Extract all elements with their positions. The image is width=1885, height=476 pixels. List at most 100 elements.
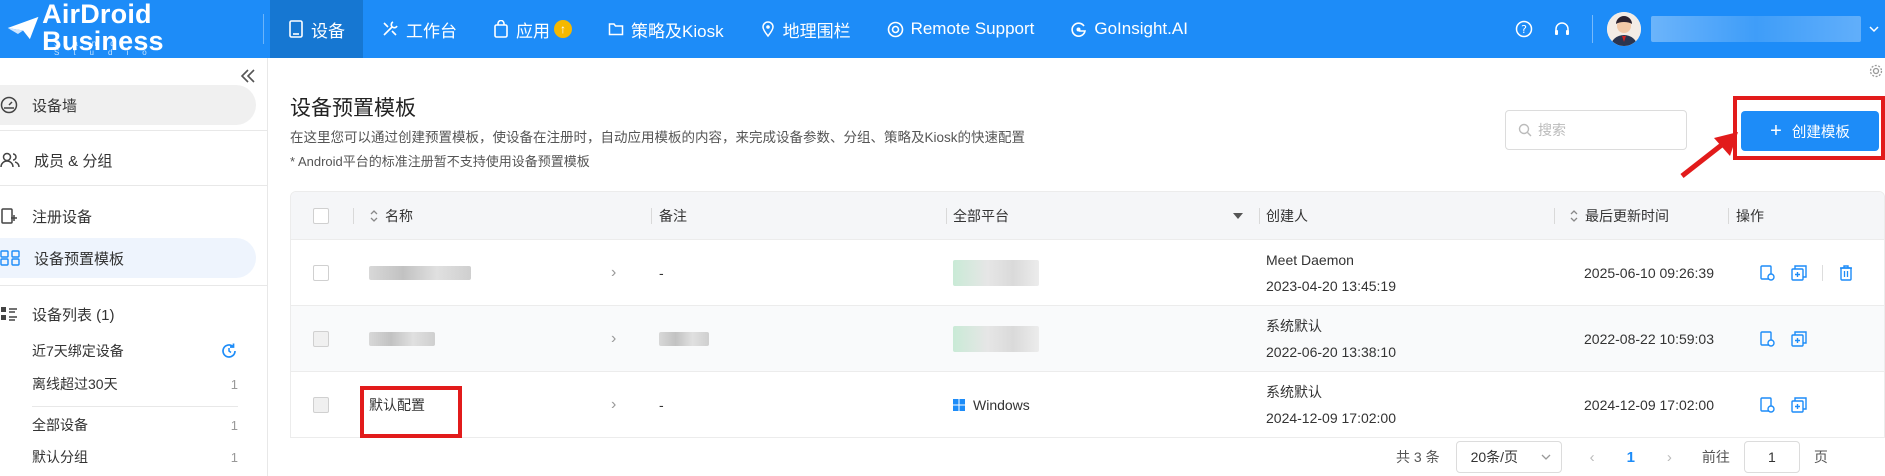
copy-icon[interactable]	[1790, 396, 1808, 414]
nav-label: 应用	[516, 21, 550, 41]
actions-cell	[1758, 240, 1869, 306]
folder-icon	[608, 23, 624, 36]
column-label: 全部平台	[953, 207, 1009, 224]
chevron-right-icon[interactable]: ›	[611, 306, 616, 372]
tablet-icon	[289, 20, 303, 38]
apply-template-icon[interactable]	[1758, 396, 1776, 414]
user-name-redacted[interactable]	[1651, 16, 1861, 42]
dashboard-icon	[0, 96, 18, 114]
page-size-select[interactable]: 20条/页	[1455, 441, 1562, 473]
filter-label: 离线超过30天	[32, 376, 118, 392]
filter-all-devices[interactable]: 全部设备 1	[32, 412, 238, 438]
refresh-icon[interactable]	[220, 342, 238, 360]
column-header-platform[interactable]: 全部平台	[953, 192, 1243, 239]
search-input[interactable]	[1538, 122, 1678, 138]
column-label: 最后更新时间	[1585, 207, 1669, 224]
nav-item-devices[interactable]: 设备	[270, 0, 363, 58]
pagination: 共 3 条 20条/页 ‹ 1 › 前往 页	[1396, 441, 1828, 473]
top-separator	[1592, 15, 1593, 43]
top-bar: AirDroid Business Sand Studio 设备 工作台 应用 …	[0, 0, 1885, 58]
avatar[interactable]	[1607, 12, 1641, 46]
row-checkbox[interactable]	[313, 265, 329, 281]
created-time: 2023-04-20 13:45:19	[1266, 278, 1396, 294]
remark-cell	[659, 306, 709, 372]
top-divider	[263, 14, 264, 44]
filter-default-group[interactable]: 默认分组 1	[32, 444, 238, 470]
action-separator	[1822, 265, 1823, 281]
current-page[interactable]: 1	[1627, 449, 1635, 466]
select-all-checkbox[interactable]	[313, 207, 329, 224]
actions-cell	[1758, 306, 1822, 372]
sidebar-item-members-groups[interactable]: 成员 & 分组	[0, 140, 256, 180]
actions-cell	[1758, 372, 1822, 437]
nav-label: 策略及Kiosk	[631, 21, 724, 41]
row-checkbox-disabled	[313, 331, 329, 347]
filter-bound-7-days[interactable]: 近7天绑定设备	[32, 338, 238, 364]
highlight-box-create	[1733, 96, 1885, 160]
redacted-platform	[953, 326, 1039, 352]
apply-template-icon[interactable]	[1758, 264, 1776, 282]
filter-count: 1	[230, 449, 238, 465]
column-header-updated[interactable]: 最后更新时间	[1569, 192, 1669, 239]
tools-icon	[383, 21, 398, 36]
chevron-down-icon[interactable]	[1869, 25, 1879, 33]
redacted-platform	[953, 260, 1039, 286]
sidebar-item-device-template[interactable]: 设备预置模板	[0, 238, 256, 278]
copy-icon[interactable]	[1790, 264, 1808, 282]
next-page-icon[interactable]: ›	[1667, 449, 1672, 466]
apply-template-icon[interactable]	[1758, 330, 1776, 348]
total-count: 共 3 条	[1396, 449, 1440, 465]
table-row[interactable]: › - Meet Daemon 2023-04-20 13:45:19 2025…	[291, 239, 1884, 305]
search-box[interactable]	[1505, 110, 1687, 150]
brand-logo[interactable]: AirDroid Business Sand Studio	[6, 1, 246, 57]
column-label: 操作	[1736, 207, 1764, 224]
creator-name: 系统默认	[1266, 318, 1322, 334]
sidebar-divider	[0, 130, 268, 131]
nav-item-apps[interactable]: 应用 ↑	[475, 0, 590, 58]
sidebar-item-device-list[interactable]: 设备列表 (1)	[0, 294, 256, 334]
goto-page-input[interactable]	[1743, 441, 1800, 473]
gear-icon[interactable]	[1869, 64, 1883, 78]
brand-subtitle: Sand Studio	[54, 39, 161, 57]
updated-cell: 2024-12-09 17:02:00	[1584, 397, 1714, 413]
nav-label: 设备	[311, 21, 345, 41]
prev-page-icon[interactable]: ‹	[1590, 449, 1595, 466]
table-header: 名称 备注 全部平台 创建人 最后更新时间 操作	[291, 192, 1884, 239]
copy-icon[interactable]	[1790, 330, 1808, 348]
top-right-tools: ?	[1512, 0, 1885, 58]
sort-icon	[370, 209, 378, 222]
sidebar-item-label: 设备列表 (1)	[32, 306, 115, 324]
column-header-creator: 创建人	[1266, 192, 1308, 239]
sidebar-item-label: 成员 & 分组	[34, 152, 113, 170]
goto-label: 前往	[1701, 449, 1730, 465]
table-row[interactable]: › 系统默认 2022-06-20 13:38:10 2022-08-22 10…	[291, 305, 1884, 371]
updated-cell: 2022-08-22 10:59:03	[1584, 331, 1714, 347]
chevron-right-icon[interactable]: ›	[611, 240, 616, 306]
table-row[interactable]: 默认配置 › - Windows 系统默认 2024-12-09 17:02:0…	[291, 371, 1884, 437]
nav-item-goinsight[interactable]: GoInsight.AI	[1052, 0, 1206, 58]
filter-label: 默认分组	[32, 449, 88, 465]
creator-name: 系统默认	[1266, 384, 1322, 400]
sidebar-item-enroll-device[interactable]: 注册设备	[0, 196, 256, 236]
filter-offline-30-days[interactable]: 离线超过30天 1	[32, 371, 238, 397]
nav-item-workbench[interactable]: 工作台	[363, 0, 475, 58]
chevron-down-icon	[1541, 454, 1551, 460]
nav-item-policy[interactable]: 策略及Kiosk	[590, 0, 742, 58]
page-description: 在这里您可以通过创建预置模板，使设备在注册时，自动应用模板的内容，来完成设备参数…	[290, 130, 1026, 145]
row-checkbox-disabled	[313, 397, 329, 413]
chevron-right-icon[interactable]: ›	[611, 372, 616, 437]
collapse-sidebar-icon[interactable]	[238, 66, 258, 86]
column-separator	[353, 208, 354, 224]
list-icon	[1, 307, 17, 321]
sidebar-item-label: 设备预置模板	[34, 250, 125, 268]
nav-item-remote-support[interactable]: Remote Support	[869, 0, 1053, 58]
windows-icon	[953, 399, 965, 411]
nav-item-geofence[interactable]: 地理围栏	[742, 0, 869, 58]
headset-icon[interactable]	[1550, 17, 1574, 41]
creator-name: Meet Daemon	[1266, 252, 1354, 268]
trash-icon[interactable]	[1837, 264, 1855, 282]
page-suffix: 页	[1813, 449, 1828, 465]
sidebar-item-device-wall[interactable]: 设备墙	[0, 85, 256, 125]
column-header-name[interactable]: 名称	[369, 192, 413, 239]
help-icon[interactable]: ?	[1512, 17, 1536, 41]
